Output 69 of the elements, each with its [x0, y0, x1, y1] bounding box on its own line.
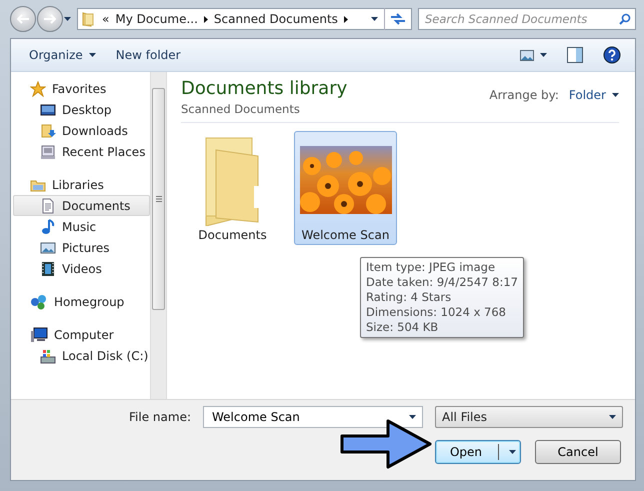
search-input[interactable]: Search Scanned Documents — [423, 11, 619, 27]
desktop-icon — [40, 102, 56, 118]
address-caret-icon — [371, 17, 378, 21]
breadcrumb[interactable]: My Docume... — [115, 12, 198, 26]
dropdown-caret-icon — [509, 450, 516, 454]
film-icon — [40, 260, 56, 276]
document-icon — [40, 198, 56, 214]
file-name-combo-box[interactable]: Welcome Scan — [203, 406, 423, 428]
search-icon — [619, 13, 631, 25]
nav-item[interactable]: Homegroup — [13, 291, 150, 312]
caret-icon — [612, 93, 619, 97]
folder-download-icon — [40, 122, 56, 138]
pane-icon — [567, 47, 583, 63]
overflow-chevron[interactable]: « — [102, 12, 110, 26]
tooltip-line: Dimensions: 1024 x 768 — [366, 305, 507, 320]
new-folder-button[interactable]: New folder — [110, 45, 187, 65]
breadcrumb-arrow-icon — [344, 16, 348, 22]
caret-icon — [88, 53, 96, 57]
library-subtitle: Scanned Documents — [181, 102, 301, 116]
refresh-arrows-icon — [390, 13, 406, 25]
nav-item[interactable]: Music — [13, 216, 150, 237]
homegroup-icon — [30, 294, 48, 310]
history-caret-icon — [64, 17, 71, 21]
nav-item[interactable]: Videos — [13, 258, 150, 279]
nav-item[interactable]: Downloads — [13, 120, 150, 141]
picture-icon — [520, 50, 534, 60]
arrange-by-label: Arrange by: — [489, 88, 559, 102]
nav-item[interactable]: Desktop — [13, 99, 150, 120]
caret-icon — [540, 53, 547, 57]
recent-places-icon — [40, 144, 56, 160]
arrange-by-dropdown[interactable]: Folder — [568, 88, 619, 102]
forward-button[interactable] — [37, 6, 63, 32]
music-note-icon — [40, 218, 56, 234]
file-name-label: File name: — [129, 410, 191, 424]
nav-item[interactable]: Pictures — [13, 237, 150, 258]
tooltip-line: Rating: 4 Stars — [366, 290, 452, 305]
scrollbar[interactable] — [150, 72, 167, 399]
disk-drive-icon — [40, 348, 56, 364]
back-button[interactable] — [10, 6, 36, 32]
tooltip-line: Size: 504 KB — [366, 320, 440, 335]
caret-icon — [609, 415, 616, 419]
nav-item[interactable]: Documents — [13, 195, 150, 216]
nav-item[interactable]: Computer — [13, 324, 150, 345]
nav-item[interactable]: Local Disk (C:) — [13, 345, 150, 366]
address-bar[interactable]: « My Docume... Scanned Documents — [77, 8, 412, 30]
help-icon — [603, 46, 621, 64]
breadcrumb[interactable]: Scanned Documents — [214, 12, 338, 26]
file-item[interactable]: Welcome Scan — [294, 131, 397, 245]
file-type-dropdown[interactable]: All Files — [435, 406, 623, 428]
file-name-input[interactable]: Welcome Scan — [210, 409, 405, 425]
tooltip-line: Date taken: 9/4/2547 8:17 — [366, 275, 518, 290]
grip-icon — [156, 196, 162, 202]
search-field[interactable]: Search Scanned Documents — [418, 8, 636, 30]
dialog-button[interactable]: Cancel — [535, 440, 621, 464]
dialog-button[interactable]: Open — [435, 440, 521, 464]
file-item[interactable]: Documents — [181, 131, 284, 245]
library-title: Documents library — [181, 78, 348, 100]
nav-item[interactable]: Favorites — [13, 78, 150, 99]
computer-icon — [30, 326, 48, 342]
tooltip-line: Item type: JPEG image — [366, 260, 496, 275]
breadcrumb-arrow-icon — [204, 16, 208, 22]
star-icon — [30, 80, 46, 96]
nav-item[interactable]: Recent Places — [13, 141, 150, 162]
nav-item[interactable]: Libraries — [13, 174, 150, 195]
picture-icon — [40, 240, 56, 256]
back-arrow-icon — [17, 14, 29, 24]
forward-arrow-icon — [44, 14, 56, 24]
folder-icon — [82, 11, 96, 27]
organize-button[interactable]: Organize — [23, 45, 102, 65]
